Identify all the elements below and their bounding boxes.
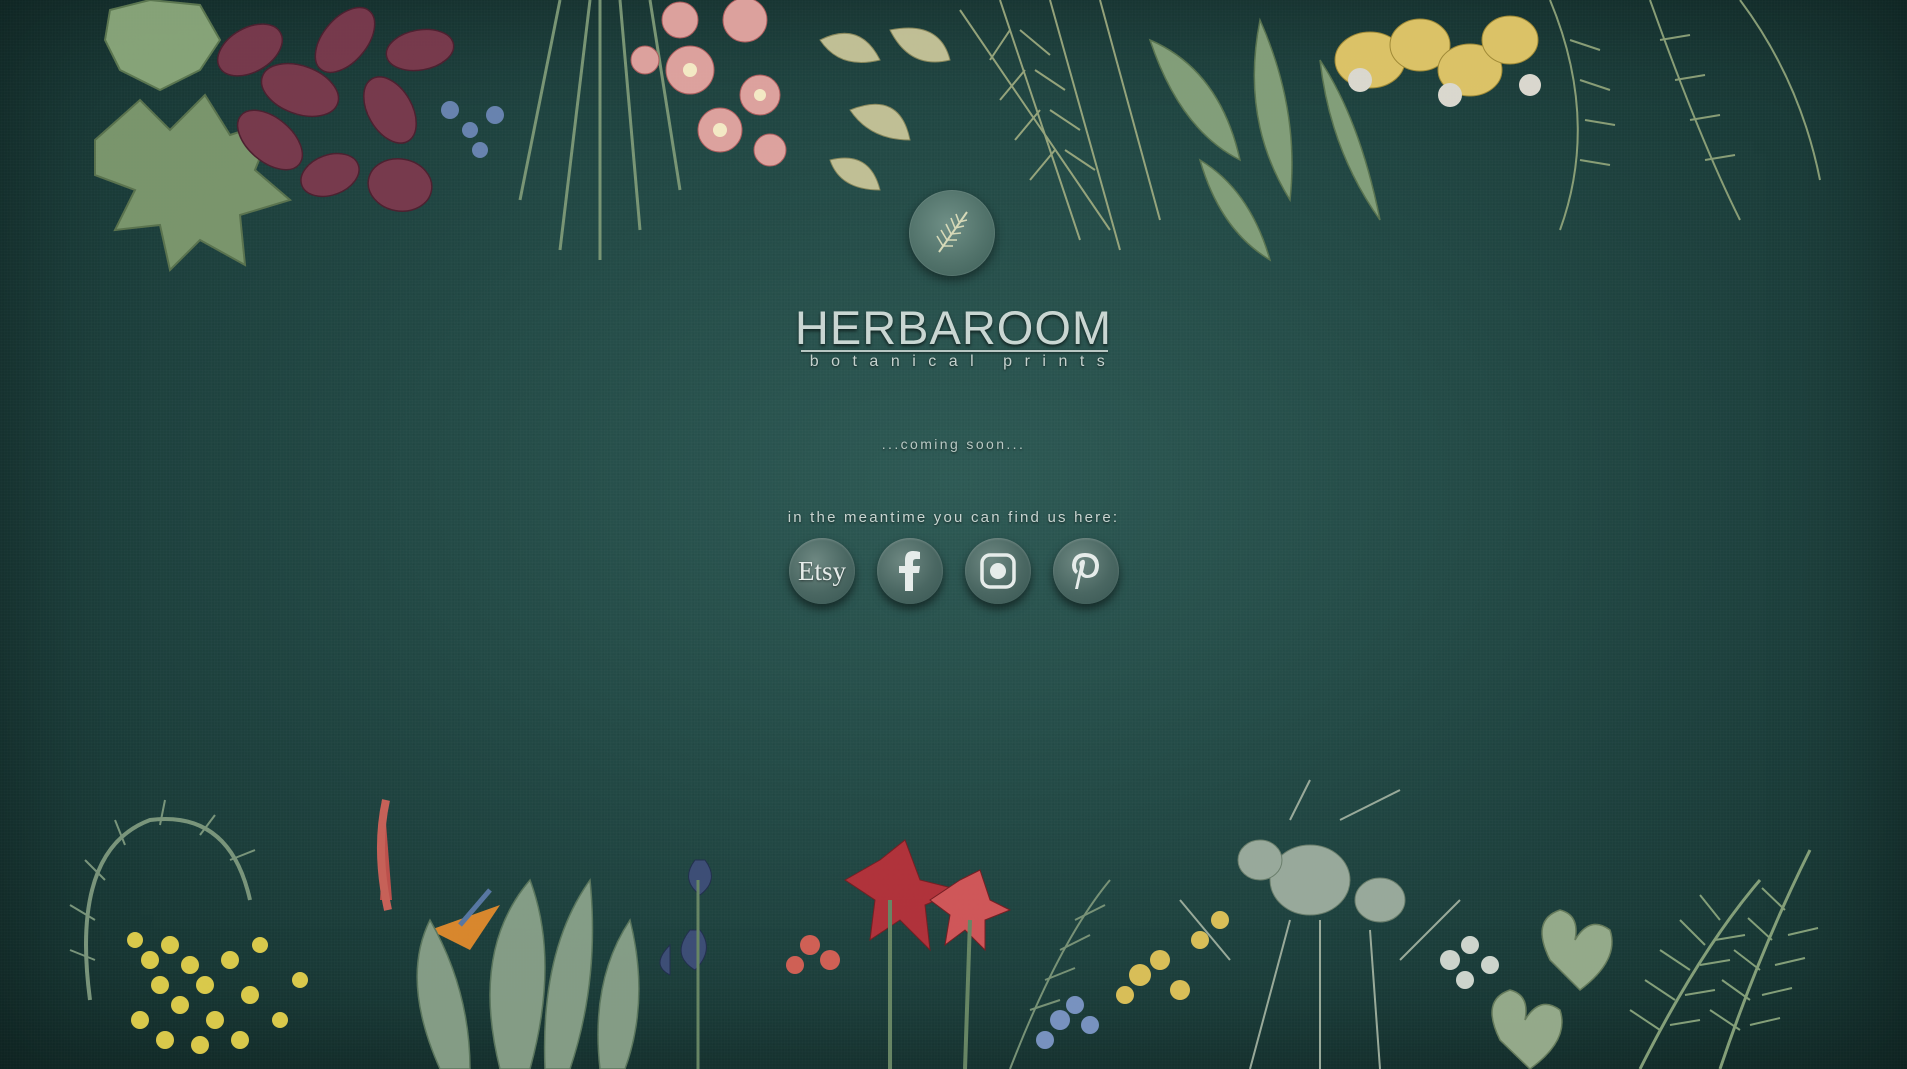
brand-underline: [801, 350, 1108, 352]
social-links: Etsy: [789, 538, 1119, 604]
etsy-icon: Etsy: [797, 555, 846, 586]
facebook-button[interactable]: [877, 538, 943, 604]
instagram-icon: [980, 553, 1016, 589]
pinterest-button[interactable]: [1053, 538, 1119, 604]
coming-soon-text: ...coming soon...: [881, 436, 1026, 452]
bottom-botanical-illustration: [69, 779, 1819, 1069]
instagram-button[interactable]: [965, 538, 1031, 604]
etsy-button[interactable]: Etsy: [789, 538, 855, 604]
logo-badge: [909, 190, 995, 276]
brand-tagline: botanical prints: [809, 353, 1118, 370]
facebook-icon: [899, 551, 920, 591]
social-heading: in the meantime you can find us here:: [787, 509, 1120, 526]
fern-leaf-icon: [936, 211, 968, 253]
brand-name: HERBAROOM: [794, 301, 1113, 354]
pinterest-icon: [1072, 553, 1099, 589]
